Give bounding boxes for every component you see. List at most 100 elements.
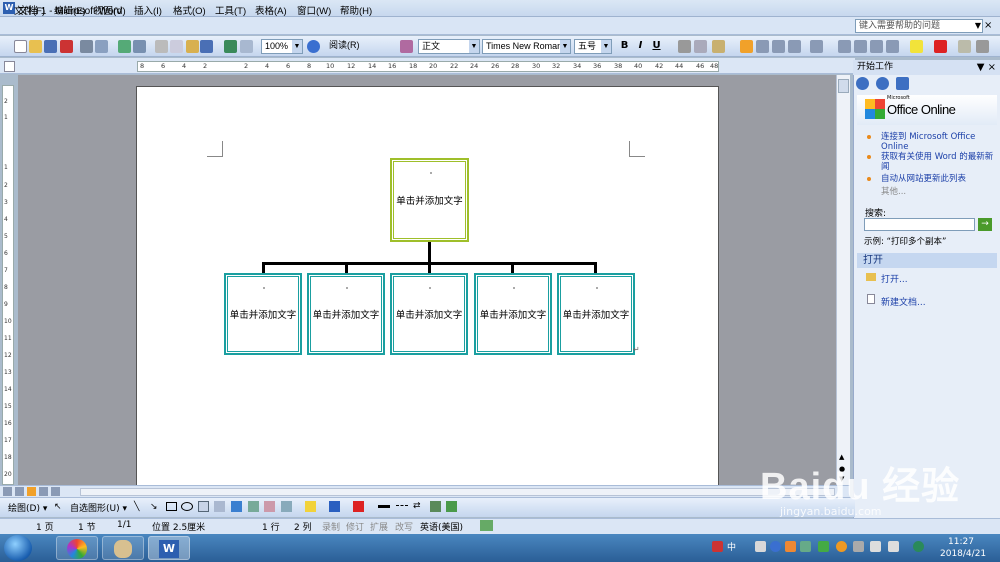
reading-mode-button[interactable]: 阅读(R) bbox=[326, 39, 386, 54]
arrow-icon[interactable]: ↘ bbox=[150, 502, 158, 512]
normal-view-icon[interactable] bbox=[3, 487, 12, 496]
line-color-icon[interactable] bbox=[329, 501, 340, 512]
char-shading-icon[interactable] bbox=[712, 40, 725, 53]
org-chart-child-box[interactable]: 单击并添加文字 bbox=[307, 273, 385, 355]
forward-icon[interactable] bbox=[875, 77, 889, 90]
status-record[interactable]: 录制 bbox=[322, 520, 340, 533]
research-icon[interactable] bbox=[133, 40, 146, 53]
print-view-icon[interactable] bbox=[27, 487, 36, 496]
menu-table[interactable]: 表格(A) bbox=[255, 3, 287, 17]
char-border-icon[interactable] bbox=[678, 40, 691, 53]
taskbar-app-browser[interactable] bbox=[56, 536, 98, 560]
status-language[interactable]: 英语(美国) bbox=[420, 520, 463, 533]
align-right-icon[interactable] bbox=[772, 40, 785, 53]
open-file-link[interactable]: 打开... bbox=[881, 272, 908, 285]
status-overtype[interactable]: 改写 bbox=[395, 520, 413, 533]
home-icon[interactable] bbox=[895, 77, 909, 90]
menu-view[interactable]: 视图(V) bbox=[94, 3, 126, 17]
paste-icon[interactable] bbox=[186, 40, 199, 53]
autoshapes-menu-button[interactable]: 自选图形(U) ▾ bbox=[70, 501, 127, 514]
decrease-indent-icon[interactable] bbox=[870, 40, 883, 53]
reading-view-icon[interactable] bbox=[51, 487, 60, 496]
back-icon[interactable] bbox=[856, 77, 869, 90]
spelling-status-icon[interactable] bbox=[480, 520, 493, 531]
bullets-icon[interactable] bbox=[854, 40, 867, 53]
bold-button[interactable]: B bbox=[618, 40, 631, 51]
styles-icon[interactable] bbox=[400, 40, 413, 53]
search-go-icon[interactable]: → bbox=[978, 218, 992, 231]
ime-indicator[interactable]: 中 bbox=[727, 540, 736, 553]
help-icon[interactable] bbox=[307, 40, 320, 53]
taskbar-app-paint[interactable] bbox=[102, 536, 144, 560]
menu-help[interactable]: 帮助(H) bbox=[340, 3, 372, 17]
close-document-button[interactable]: × bbox=[984, 19, 992, 33]
clock-date[interactable]: 2018/4/21 bbox=[940, 549, 986, 559]
dash-style-icon[interactable] bbox=[396, 505, 408, 508]
tray-icon[interactable] bbox=[800, 541, 811, 552]
link-connect-office[interactable]: 连接到 Microsoft Office Online bbox=[881, 132, 998, 152]
horizontal-ruler[interactable]: 8 6 4 2 2 4 6 8 10 12 14 16 18 20 22 24 … bbox=[137, 61, 719, 72]
textbox-icon[interactable] bbox=[198, 501, 209, 512]
network-icon[interactable] bbox=[870, 541, 881, 552]
save-icon[interactable] bbox=[44, 40, 57, 53]
line-style-icon[interactable] bbox=[378, 505, 390, 508]
org-chart-child-box[interactable]: 单击并添加文字 bbox=[390, 273, 468, 355]
align-center-icon[interactable] bbox=[756, 40, 769, 53]
cut-icon[interactable] bbox=[155, 40, 168, 53]
start-button[interactable] bbox=[4, 535, 32, 561]
tray-icon[interactable] bbox=[836, 541, 847, 552]
arrow-style-icon[interactable]: ⇄ bbox=[413, 501, 421, 511]
3d-icon[interactable] bbox=[446, 501, 457, 512]
help-search-input[interactable]: 键入需要帮助的问题 bbox=[855, 19, 983, 33]
oval-icon[interactable] bbox=[181, 502, 193, 511]
select-objects-icon[interactable]: ↖ bbox=[54, 502, 62, 512]
diagram-icon[interactable] bbox=[248, 501, 259, 512]
copy-icon[interactable] bbox=[170, 40, 183, 53]
new-document-icon[interactable] bbox=[14, 40, 27, 53]
shadow-icon[interactable] bbox=[430, 501, 441, 512]
document-page[interactable]: 单击并添加文字 单击并添加文字 单击并添加文字 单击并添加文字 单击并添加文字 … bbox=[136, 86, 719, 486]
fill-color-icon[interactable] bbox=[305, 501, 316, 512]
undo-icon[interactable] bbox=[200, 40, 213, 53]
org-chart-root-box[interactable]: 单击并添加文字 bbox=[390, 158, 469, 242]
line-icon[interactable]: ╲ bbox=[134, 502, 139, 512]
open-folder-icon[interactable] bbox=[29, 40, 42, 53]
outline-view-icon[interactable] bbox=[39, 487, 48, 496]
tray-icon[interactable] bbox=[755, 541, 766, 552]
increase-indent-icon[interactable] bbox=[886, 40, 899, 53]
status-extend[interactable]: 扩展 bbox=[370, 520, 388, 533]
numbering-icon[interactable] bbox=[838, 40, 851, 53]
link-more[interactable]: 其他... bbox=[881, 187, 998, 197]
menu-format[interactable]: 格式(O) bbox=[173, 3, 206, 17]
tray-icon[interactable] bbox=[712, 541, 723, 552]
tray-badge-icon[interactable] bbox=[913, 541, 924, 552]
justify-icon[interactable] bbox=[788, 40, 801, 53]
italic-button[interactable]: I bbox=[634, 40, 647, 51]
wordart-icon[interactable] bbox=[231, 501, 242, 512]
picture-icon[interactable] bbox=[281, 501, 292, 512]
vertical-scrollbar[interactable]: ▲ ● ▼ bbox=[836, 75, 850, 485]
horizontal-scrollbar[interactable] bbox=[80, 488, 835, 496]
table-icon[interactable] bbox=[240, 40, 253, 53]
clipart-icon[interactable] bbox=[264, 501, 275, 512]
font-color-draw-icon[interactable] bbox=[353, 501, 364, 512]
help-dropdown-icon[interactable]: ▼ bbox=[973, 19, 983, 33]
char-scale-icon[interactable] bbox=[694, 40, 707, 53]
menu-tools[interactable]: 工具(T) bbox=[215, 3, 246, 17]
phonetic-icon[interactable] bbox=[958, 40, 971, 53]
print-preview-icon[interactable] bbox=[95, 40, 108, 53]
tray-icon[interactable] bbox=[785, 541, 796, 552]
tray-help-icon[interactable] bbox=[770, 541, 781, 552]
enclose-char-icon[interactable] bbox=[976, 40, 989, 53]
link-auto-update[interactable]: 自动从网站更新此列表 bbox=[881, 174, 998, 184]
menu-edit[interactable]: 编辑(E) bbox=[54, 3, 86, 17]
underline-button[interactable]: U bbox=[650, 40, 663, 51]
menu-insert[interactable]: 插入(I) bbox=[134, 3, 162, 17]
org-chart-child-box[interactable]: 单击并添加文字 bbox=[224, 273, 302, 355]
line-spacing-icon[interactable] bbox=[810, 40, 823, 53]
task-pane-close-button[interactable]: ▼ × bbox=[977, 60, 996, 75]
search-input[interactable] bbox=[864, 218, 975, 231]
zoom-select[interactable]: 100% ▼ bbox=[261, 39, 303, 54]
taskbar-app-word[interactable]: W bbox=[148, 536, 190, 560]
highlight-icon[interactable] bbox=[910, 40, 923, 53]
